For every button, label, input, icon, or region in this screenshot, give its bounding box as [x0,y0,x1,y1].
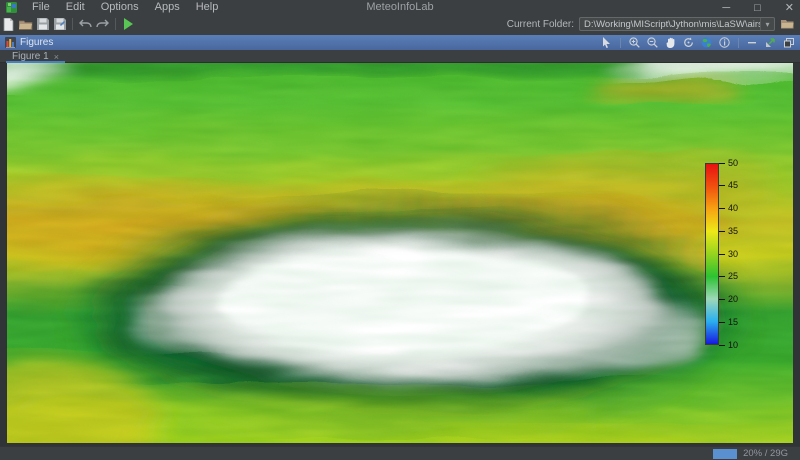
save-icon[interactable] [34,16,51,32]
colorbar-gradient [705,163,719,345]
colorbar-tick: 15 [719,317,738,327]
current-folder-label: Current Folder: [506,18,574,30]
figures-toolbar-separator [620,37,621,48]
select-cursor-icon[interactable] [600,36,613,49]
folder-browse-icon[interactable] [778,17,796,31]
rotate-icon[interactable] [682,36,695,49]
volume-plot-3d[interactable]: 50 45 40 35 30 25 20 15 10 [7,63,793,443]
menu-edit[interactable]: Edit [58,0,93,15]
app-logo-icon [6,2,17,13]
figures-panel-header[interactable]: Figures [0,35,800,50]
open-file-icon[interactable] [17,16,34,32]
menu-options[interactable]: Options [93,0,147,15]
menu-apps[interactable]: Apps [147,0,188,15]
colorbar-tick: 30 [719,249,738,259]
volume-render-surface [7,63,793,443]
title-menu-bar: File Edit Options Apps Help MeteoInfoLab… [0,0,800,15]
menu-file[interactable]: File [24,0,58,15]
chevron-down-icon[interactable]: ▾ [760,18,774,30]
minimize-window-button[interactable]: ─ [722,2,730,14]
restore-panel-icon[interactable] [782,36,795,49]
menu-help[interactable]: Help [188,0,227,15]
current-folder-value[interactable]: D:\Working\MIScript\Jython\mis\LaSW\airs… [580,19,760,30]
close-window-button[interactable]: ✕ [785,1,794,14]
colorbar-legend: 50 45 40 35 30 25 20 15 10 [705,158,765,349]
colorbar-tick: 10 [719,340,738,350]
zoom-out-icon[interactable] [646,36,659,49]
identify-icon[interactable] [718,36,731,49]
save-as-icon[interactable] [51,16,68,32]
memory-usage-text: 20% / 29G [743,448,788,459]
memory-indicator[interactable] [713,448,738,459]
pan-hand-icon[interactable] [664,36,677,49]
current-folder-combobox[interactable]: D:\Working\MIScript\Jython\mis\LaSW\airs… [579,17,775,31]
colorbar-ticks: 50 45 40 35 30 25 20 15 10 [719,158,738,350]
meteoinfolab-window: File Edit Options Apps Help MeteoInfoLab… [0,0,800,460]
globe-icon[interactable] [700,36,713,49]
colorbar-tick: 35 [719,226,738,236]
tab-figure-1[interactable]: Figure 1 × [6,50,65,63]
figures-toolbar [600,35,795,50]
toolbar-separator [72,18,73,30]
main-toolbar: Current Folder: D:\Working\MIScript\Jyth… [0,15,800,33]
figures-panel-icon [5,37,16,48]
figures-panel-title: Figures [20,37,54,48]
figures-toolbar-separator [738,37,739,48]
colorbar-tick: 25 [719,272,738,281]
new-file-icon[interactable] [0,16,17,32]
run-script-icon[interactable] [120,16,137,32]
status-bar: 20% / 29G [0,446,800,460]
minimize-panel-icon[interactable] [746,36,759,49]
colorbar-tick: 50 [719,158,738,168]
figure-tab-bar: Figure 1 × [0,50,800,63]
maximize-window-button[interactable]: □ [754,2,761,14]
redo-icon[interactable] [94,16,111,32]
current-folder-group: Current Folder: D:\Working\MIScript\Jyth… [507,16,796,32]
float-panel-icon[interactable] [764,36,777,49]
undo-icon[interactable] [77,16,94,32]
tab-close-icon[interactable]: × [54,52,59,62]
figure-canvas-area: 50 45 40 35 30 25 20 15 10 [0,63,800,446]
colorbar-tick: 45 [719,181,738,190]
zoom-in-icon[interactable] [628,36,641,49]
colorbar-tick: 20 [719,295,738,304]
colorbar-tick: 40 [719,204,738,213]
toolbar-separator [115,18,116,30]
